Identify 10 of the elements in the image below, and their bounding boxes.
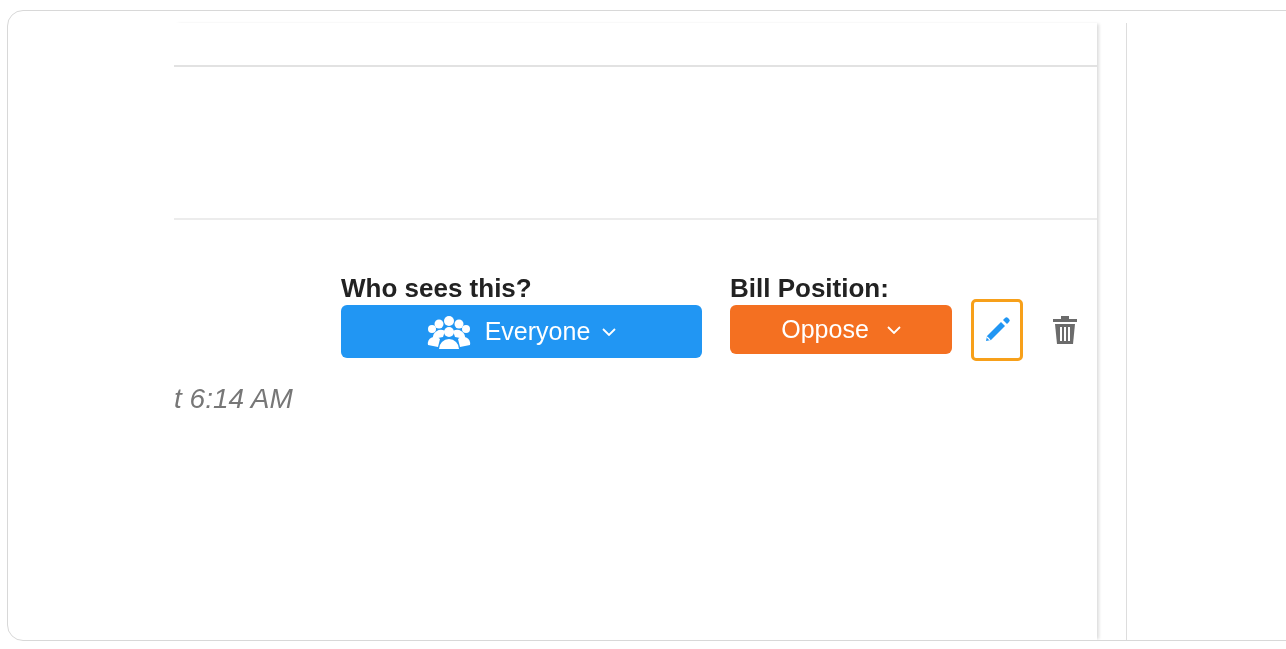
group-icon xyxy=(426,314,471,349)
edit-button[interactable] xyxy=(971,299,1023,361)
field-label: Who sees this? xyxy=(341,272,532,305)
field-label: Bill Position: xyxy=(730,272,889,305)
chevron-down-icon xyxy=(886,325,901,334)
position-dropdown[interactable]: Oppose xyxy=(730,305,952,354)
timestamp: t 6:14 AM xyxy=(174,383,293,414)
audience-dropdown[interactable]: Everyone xyxy=(341,305,702,358)
trash-icon xyxy=(1052,315,1078,345)
chevron-down-icon xyxy=(602,327,617,336)
